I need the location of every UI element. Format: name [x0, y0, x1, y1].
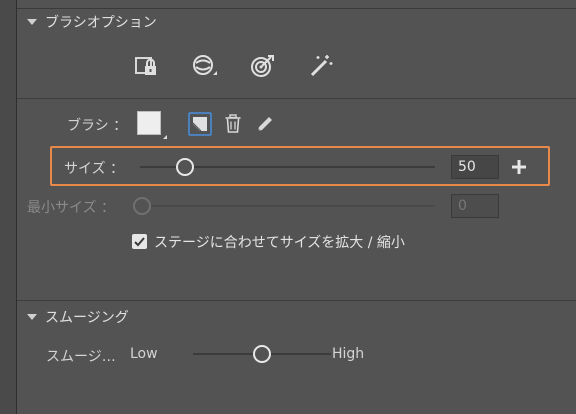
properties-panel: ブラシオプション ブラシ ： サイズ ： 50 最小サイズ ： 0 ステージに合…	[17, 0, 576, 414]
brush-tool-icons	[133, 52, 335, 80]
top-divider	[17, 8, 576, 9]
brush-mode-icon[interactable]	[191, 52, 219, 80]
section-divider	[17, 98, 576, 99]
brush-settings-icon[interactable]	[188, 112, 212, 136]
scale-with-stage-checkbox[interactable]	[132, 234, 147, 249]
smoothing-slider-thumb[interactable]	[253, 345, 271, 363]
size-slider-thumb[interactable]	[176, 158, 194, 176]
lock-fill-icon[interactable]	[133, 52, 161, 80]
smoothing-label: スムージ…	[46, 349, 116, 365]
brush-label: ブラシ ：	[67, 118, 128, 134]
plus-icon[interactable]	[509, 157, 529, 177]
checkmark-icon	[134, 237, 145, 247]
pencil-icon[interactable]	[253, 112, 277, 136]
magic-wand-icon[interactable]	[307, 52, 335, 80]
brush-options-title: ブラシオプション	[45, 15, 157, 31]
collapse-triangle-icon	[27, 19, 37, 25]
min-size-label: 最小サイズ ：	[27, 200, 116, 216]
smoothing-title: スムージング	[45, 310, 129, 326]
size-label: サイズ ：	[64, 161, 125, 177]
smoothing-header[interactable]: スムージング	[27, 307, 129, 327]
smoothing-low-label: Low	[130, 346, 158, 362]
smoothing-high-label: High	[332, 346, 365, 362]
brush-shape-swatch[interactable]	[137, 111, 161, 135]
brush-dropdown-caret-icon	[163, 135, 167, 139]
scale-with-stage-label: ステージに合わせてサイズを拡大 / 縮小	[154, 235, 405, 251]
brush-options-header[interactable]: ブラシオプション	[27, 12, 157, 32]
trash-icon[interactable]	[221, 112, 245, 136]
size-value-field[interactable]: 50	[451, 155, 499, 179]
section-divider	[17, 300, 576, 301]
left-panel-edge	[0, 0, 17, 414]
min-size-value-field[interactable]: 0	[451, 194, 499, 218]
target-icon[interactable]	[249, 52, 277, 80]
collapse-triangle-icon	[27, 314, 37, 320]
min-size-slider-thumb[interactable]	[133, 197, 151, 215]
min-size-slider-track[interactable]	[140, 205, 435, 207]
